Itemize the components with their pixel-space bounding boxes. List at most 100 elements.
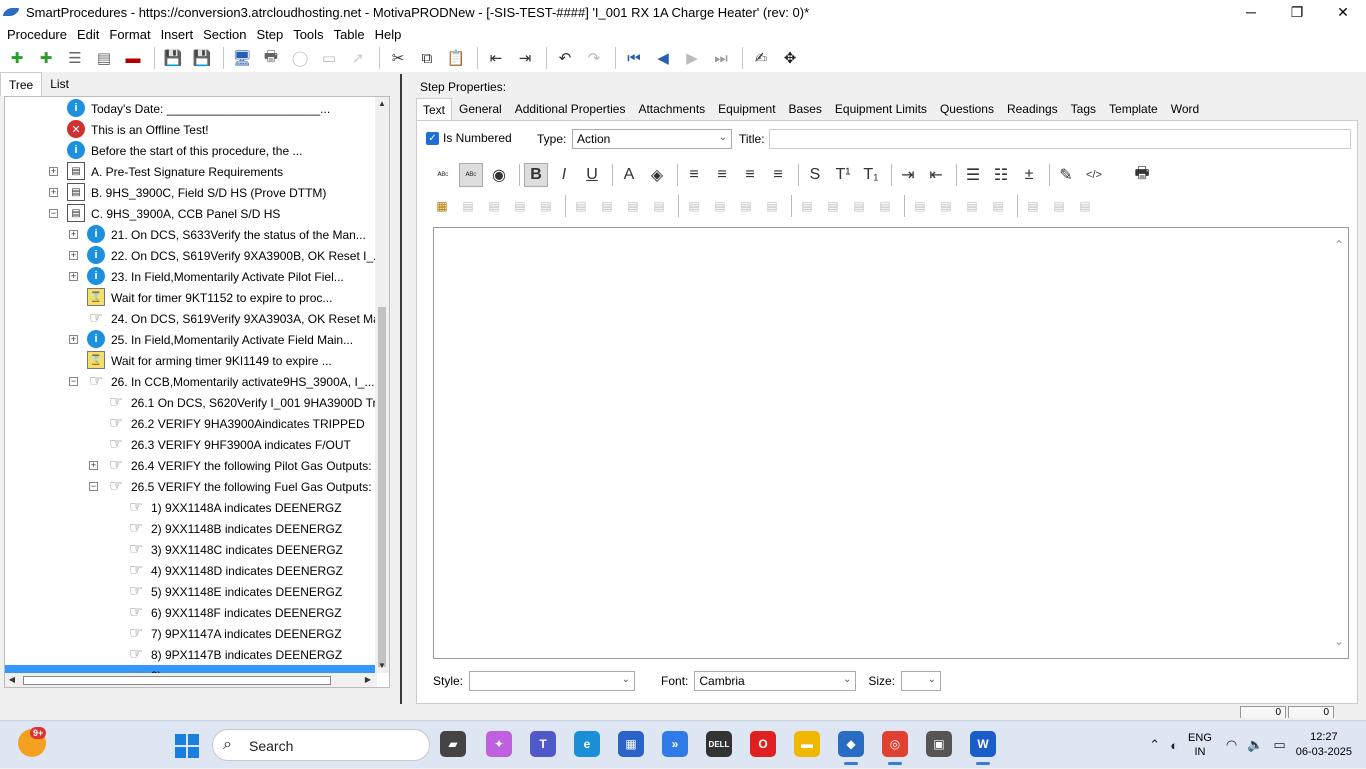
table-tool-button[interactable]: ▤ [961, 197, 983, 215]
table-tool-button[interactable]: ▤ [709, 197, 731, 215]
tree-node[interactable]: ☞ 2) 9XX1148B indicates DEENERGZ [5, 518, 377, 539]
html-source-button[interactable]: </> [1082, 163, 1106, 187]
menu-tools[interactable]: Tools [289, 27, 327, 42]
menu-procedure[interactable]: Procedure [3, 27, 71, 42]
next-button[interactable]: ▶ [679, 46, 705, 70]
table-tool-button[interactable]: ▤ [1022, 197, 1044, 215]
color-wheel-button[interactable]: ◉ [487, 163, 511, 187]
superscript-button[interactable]: T¹ [831, 163, 855, 187]
table-tool-button[interactable]: ▤ [483, 197, 505, 215]
tab-attachments[interactable]: Attachments [632, 98, 711, 120]
scroll-up-icon[interactable]: ▲ [375, 97, 389, 111]
taskbar-search[interactable]: ⌕ Search [212, 729, 430, 761]
tab-additional-properties[interactable]: Additional Properties [509, 98, 632, 120]
language-indicator[interactable]: ENG IN [1188, 731, 1212, 759]
table-tool-button[interactable]: ▤ [457, 197, 479, 215]
tree-node[interactable]: + ▤ B. 9HS_3900C, Field S/D HS (Prove DTTM… [5, 182, 377, 203]
tree-node[interactable]: + i 21. On DCS, S633Verify the status of t… [5, 224, 377, 245]
tree-node[interactable]: ☞ 1) 9XX1148A indicates DEENERGZ [5, 497, 377, 518]
clock[interactable]: 12:27 06-03-2025 [1296, 730, 1352, 760]
align-right-button[interactable]: ≡ [738, 163, 762, 187]
form-button[interactable]: ▭ [316, 46, 342, 70]
table-tool-button[interactable]: ▤ [822, 197, 844, 215]
tree-node[interactable]: ⌛ Wait for arming timer 9KI1149 to expire… [5, 350, 377, 371]
tree-node[interactable]: ☞ 8) 9PX1147B indicates DEENERGZ [5, 644, 377, 665]
print-button[interactable]: 🖶 [1130, 163, 1154, 187]
start-button[interactable] [175, 734, 199, 758]
tree-node[interactable]: ☞ 7) 9PX1147A indicates DEENERGZ [5, 623, 377, 644]
table-tool-button[interactable]: ▤ [648, 197, 670, 215]
tree-node[interactable]: ☞ 6) 9XX1148F indicates DEENERGZ [5, 602, 377, 623]
table-tool-button[interactable]: ▤ [1074, 197, 1096, 215]
font-select[interactable]: Cambria ⌄ [694, 671, 857, 691]
pane-splitter[interactable] [400, 74, 406, 704]
tree-node[interactable]: − ☞ 26.5 VERIFY the following Fuel Gas Out… [5, 476, 377, 497]
tree-node[interactable]: + i 25. In Field,Momentarily Activate Fiel… [5, 329, 377, 350]
menu-edit[interactable]: Edit [73, 27, 103, 42]
table-tool-button[interactable]: ▤ [935, 197, 957, 215]
tree-node[interactable]: ☞ 26.2 VERIFY 9HA3900Aindicates TRIPPED [5, 413, 377, 434]
is-numbered-checkbox[interactable]: ✓ Is Numbered [426, 131, 512, 145]
store-app[interactable]: ▦ [618, 731, 644, 757]
scroll-right-icon[interactable]: ▶ [361, 673, 375, 687]
spellcheck-abc-button[interactable]: ᴬᴮᶜ [431, 163, 455, 187]
last-button[interactable]: ⏭ [708, 46, 734, 70]
menu-section[interactable]: Section [199, 27, 250, 42]
tree-node[interactable]: ☞ 24. On DCS, S619Verify 9XA3903A, OK Res… [5, 308, 377, 329]
table-tool-button[interactable]: ▤ [761, 197, 783, 215]
close-button[interactable]: ✕ [1320, 0, 1366, 24]
expand-icon[interactable]: + [69, 272, 78, 281]
cut-button[interactable]: ✂ [385, 46, 411, 70]
spellcheck-button[interactable]: ✍ [748, 46, 774, 70]
insert-table-button[interactable]: ▦ [431, 197, 453, 215]
redo-button[interactable]: ↷ [581, 46, 607, 70]
tree-node[interactable]: ⌛ Wait for timer 9KT1152 to expire to pro… [5, 287, 377, 308]
outdent-button[interactable]: ⇤ [924, 163, 948, 187]
tree-node[interactable]: ✕ This is an Offline Test! [5, 119, 377, 140]
chevron-up-icon[interactable]: ⌃ [1149, 737, 1160, 753]
dell-app[interactable]: DELL [706, 731, 732, 757]
copy-button[interactable]: ⧉ [414, 46, 440, 70]
table-tool-button[interactable]: ▤ [570, 197, 592, 215]
italic-button[interactable]: I [552, 163, 576, 187]
undo-button[interactable]: ↶ [552, 46, 578, 70]
collapse-icon[interactable]: − [69, 377, 78, 386]
teams-app[interactable]: T [530, 731, 556, 757]
tree-node[interactable]: ☞ 3) 9XX1148C indicates DEENERGZ [5, 539, 377, 560]
tab-bases[interactable]: Bases [783, 98, 828, 120]
previous-button[interactable]: ◀ [650, 46, 676, 70]
expand-icon[interactable]: + [69, 335, 78, 344]
edge-app[interactable]: e [574, 731, 600, 757]
table-tool-button[interactable]: ▤ [622, 197, 644, 215]
smartprocedures-app[interactable]: ◆ [838, 731, 864, 765]
paste-button[interactable]: 📋 [443, 46, 469, 70]
scroll-thumb[interactable] [378, 307, 386, 667]
tree-node[interactable]: − ☞ 26. In CCB,Momentarily activate9HS_390… [5, 371, 377, 392]
align-center-button[interactable]: ≡ [710, 163, 734, 187]
table-tool-button[interactable]: ▤ [596, 197, 618, 215]
file-manager-app[interactable]: ▰ [440, 731, 466, 757]
menu-insert[interactable]: Insert [157, 27, 198, 42]
table-tool-button[interactable]: ▤ [909, 197, 931, 215]
tab-template[interactable]: Template [1103, 98, 1164, 120]
bullet-list-button[interactable]: ☰ [961, 163, 985, 187]
editor-scroll-up-icon[interactable]: ⌃ [1334, 238, 1344, 252]
table-tool-button[interactable]: ▤ [848, 197, 870, 215]
wifi-icon[interactable]: ◠ [1226, 737, 1237, 753]
indent-button[interactable]: ⇥ [512, 46, 538, 70]
tab-equipment-limits[interactable]: Equipment Limits [829, 98, 933, 120]
menu-help[interactable]: Help [371, 27, 406, 42]
tab-word[interactable]: Word [1165, 98, 1205, 120]
tree-node[interactable]: i Today's Date: _______________________..… [5, 98, 377, 119]
word-app[interactable]: W [970, 731, 996, 765]
network-status-icon[interactable]: ◐ [1170, 738, 1178, 753]
tab-tags[interactable]: Tags [1065, 98, 1102, 120]
move-button[interactable]: ➚ [345, 46, 371, 70]
outdent-button[interactable]: ⇤ [483, 46, 509, 70]
table-tool-button[interactable]: ▤ [683, 197, 705, 215]
subscript-button[interactable]: T₁ [859, 163, 883, 187]
tree-node[interactable]: + ☞ 26.4 VERIFY the following Pilot Gas Ou… [5, 455, 377, 476]
table-tool-button[interactable]: ▤ [535, 197, 557, 215]
collapse-icon[interactable]: − [89, 482, 98, 491]
expand-icon[interactable]: + [89, 461, 98, 470]
